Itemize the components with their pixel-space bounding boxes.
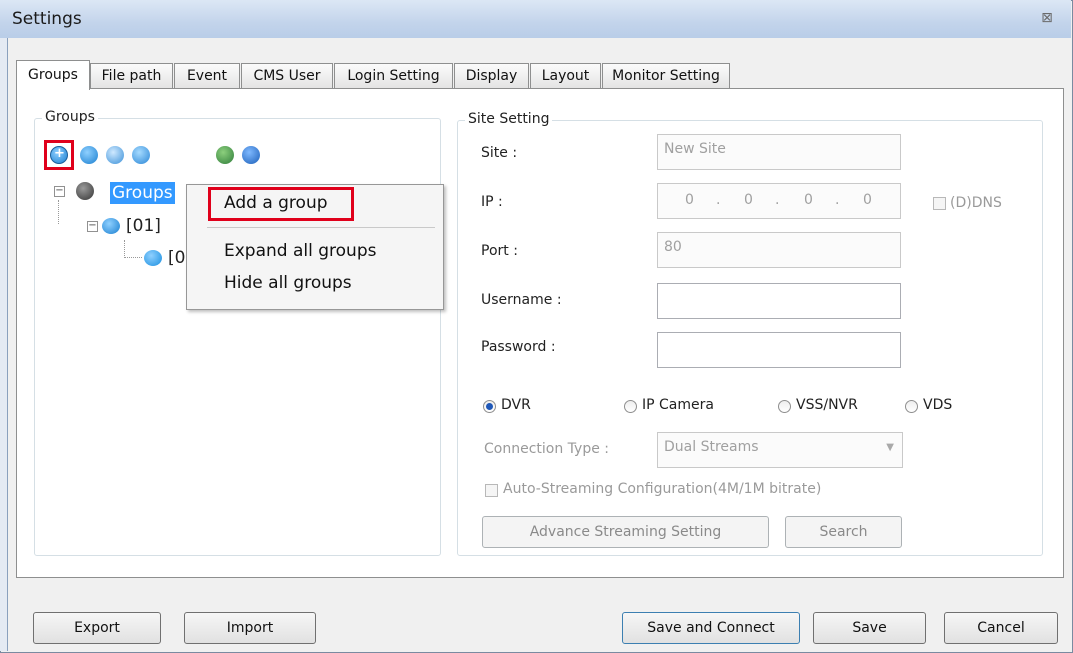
tab-display[interactable]: Display [454,63,529,89]
site-label: Site : [481,145,518,161]
connection-type-value: Dual Streams [664,439,759,455]
context-menu: Add a group Expand all groups Hide all g… [186,184,444,310]
password-input[interactable] [657,332,901,368]
ip-input[interactable]: 0 . 0 . 0 . 0 [657,183,901,219]
root-group-icon [76,182,94,200]
tab-event[interactable]: Event [174,63,240,89]
tree-line [124,257,142,259]
auto-streaming-checkbox[interactable] [485,484,498,497]
connection-type-label: Connection Type : [484,441,609,457]
add-group-icon[interactable]: + [50,146,68,164]
tab-file-path[interactable]: File path [90,63,173,89]
close-icon[interactable]: ⊠ [1037,8,1057,28]
radio-vds-label: VDS [923,397,953,413]
expand-all-icon[interactable] [216,146,234,164]
radio-vss-nvr-label: VSS/NVR [796,397,858,413]
connection-type-select[interactable]: Dual Streams ▼ [657,432,903,468]
tree-root-label[interactable]: Groups [110,182,175,204]
auto-streaming-label: Auto-Streaming Configuration(4M/1M bitra… [503,481,822,497]
radio-ip-camera[interactable] [624,400,637,413]
tree-line [58,200,60,224]
radio-vss-nvr[interactable] [778,400,791,413]
advance-streaming-button[interactable]: Advance Streaming Setting [482,516,769,548]
groups-legend: Groups [42,109,98,125]
radio-dvr-label: DVR [501,397,531,413]
radio-ip-camera-label: IP Camera [642,397,714,413]
site-input[interactable]: New Site [657,134,901,170]
save-and-connect-button[interactable]: Save and Connect [622,612,800,644]
site-icon [144,250,162,266]
menu-item-hide-all[interactable]: Hide all groups [224,273,352,293]
ip-label: IP : [481,194,503,210]
password-label: Password : [481,339,556,355]
port-input[interactable]: 80 [657,232,901,268]
tab-login-setting[interactable]: Login Setting [334,63,453,89]
tree-line [124,240,126,258]
search-button[interactable]: Search [785,516,902,548]
ip-octet: 0 [744,192,753,208]
tab-monitor-setting[interactable]: Monitor Setting [602,63,730,89]
tree-grandchild-label[interactable]: [0 [168,248,185,268]
menu-item-add-group[interactable]: Add a group [224,193,328,213]
menu-separator [207,227,435,228]
ip-octet: 0 [685,192,694,208]
title-bar[interactable]: Settings ⊠ [0,0,1071,38]
ddns-label: (D)DNS [950,195,1002,211]
child-collapse-toggle[interactable]: − [87,221,98,232]
window-left-border [0,38,8,651]
username-input[interactable] [657,283,901,319]
port-label: Port : [481,243,518,259]
chevron-down-icon: ▼ [886,442,894,453]
window-title: Settings [12,9,82,29]
tab-cms-user[interactable]: CMS User [241,63,333,89]
tab-layout[interactable]: Layout [530,63,601,89]
add-site-icon[interactable] [80,146,98,164]
edit-group-icon[interactable] [106,146,124,164]
radio-dvr[interactable] [483,400,496,413]
tree-child-label[interactable]: [01] [126,216,161,236]
ip-octet: 0 [863,192,872,208]
menu-item-expand-all[interactable]: Expand all groups [224,241,376,261]
cancel-button[interactable]: Cancel [944,612,1058,644]
ddns-checkbox[interactable] [933,197,946,210]
save-button[interactable]: Save [813,612,926,644]
collapse-all-icon[interactable] [242,146,260,164]
tree-collapse-toggle[interactable]: − [54,186,65,197]
import-button[interactable]: Import [184,612,316,644]
remove-site-icon[interactable] [132,146,150,164]
tab-groups[interactable]: Groups [16,60,90,90]
ip-octet: 0 [804,192,813,208]
group-icon [102,218,120,234]
export-button[interactable]: Export [33,612,161,644]
radio-vds[interactable] [905,400,918,413]
username-label: Username : [481,292,562,308]
site-setting-legend: Site Setting [465,111,553,127]
